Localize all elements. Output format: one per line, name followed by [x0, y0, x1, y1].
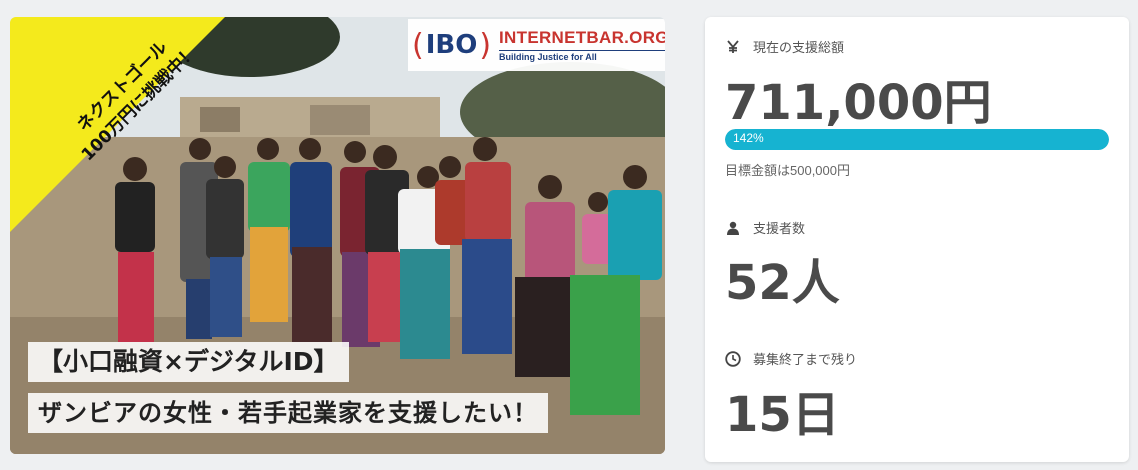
supporters-label: 支援者数	[753, 221, 806, 236]
person-icon	[725, 220, 741, 236]
remaining-label-row: 募集終了まで残り	[725, 349, 857, 368]
remaining-days: 15日	[725, 387, 840, 443]
total-raised-label-row: 現在の支援総額	[725, 37, 844, 56]
yen-icon	[725, 39, 741, 55]
funding-stats-card: 現在の支援総額 711,000円 142% 目標金額は500,000円 支援者数…	[705, 17, 1129, 462]
total-raised-label: 現在の支援総額	[753, 40, 845, 55]
ibo-logo-icon: (IBO)	[412, 27, 492, 63]
remaining-label: 募集終了まで残り	[753, 352, 858, 367]
internetbar-logo: (IBO) INTERNETBAR.ORG Building Justice f…	[408, 19, 665, 71]
target-amount-note: 目標金額は500,000円	[725, 163, 850, 178]
funding-progress-percent: 142%	[733, 131, 764, 145]
logo-mark-text: IBO	[425, 30, 478, 60]
funding-progress-fill: 142%	[725, 129, 1109, 150]
supporters-label-row: 支援者数	[725, 218, 805, 237]
funding-progress-bar: 142%	[725, 129, 1109, 150]
supporters-count: 52人	[725, 255, 840, 311]
clock-icon	[725, 350, 741, 367]
hero-caption-tagline: 【小口融資×デジタルID】	[28, 342, 349, 382]
logo-title: INTERNETBAR.ORG	[499, 28, 665, 47]
hero-caption-title: ザンビアの女性・若手起業家を支援したい！	[28, 393, 548, 433]
total-raised-amount: 711,000円	[725, 75, 992, 131]
project-hero-image: ネクストゴール 100万円に挑戦中！ (IBO) INTERNETBAR.ORG…	[10, 17, 665, 454]
logo-subtitle: Building Justice for All	[499, 50, 665, 62]
